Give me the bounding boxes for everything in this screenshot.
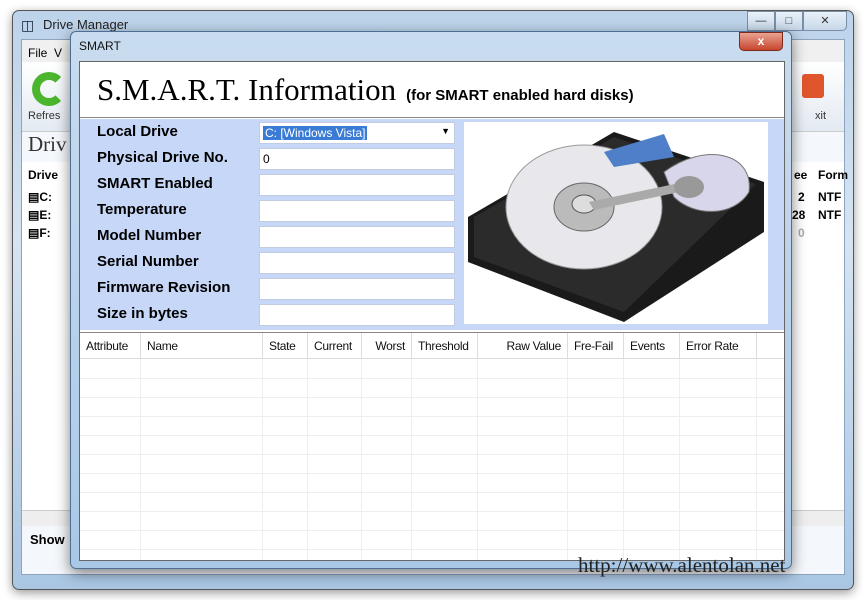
dialog-title: SMART xyxy=(79,39,121,53)
free-value: 2 xyxy=(798,190,805,204)
grid-row xyxy=(80,473,784,474)
refresh-icon[interactable] xyxy=(32,72,66,106)
col-worst[interactable]: Worst xyxy=(362,333,412,359)
col-error-rate[interactable]: Error Rate xyxy=(680,333,757,359)
maximize-button[interactable]: □ xyxy=(775,11,803,31)
dialog-close-button[interactable]: x xyxy=(739,32,783,51)
exit-icon[interactable] xyxy=(802,74,824,98)
free-value: 28 xyxy=(792,208,806,222)
col-raw-value[interactable]: Raw Value xyxy=(478,333,568,359)
smart-attributes-table[interactable]: Attribute Name State Current Worst Thres… xyxy=(80,332,784,560)
model-number-field[interactable] xyxy=(259,226,455,248)
col-free[interactable]: ee xyxy=(794,168,807,182)
grid-row xyxy=(80,530,784,531)
smart-heading: S.M.A.R.T. Information xyxy=(97,72,397,107)
minimize-button[interactable]: — xyxy=(747,11,775,31)
col-threshold[interactable]: Threshold xyxy=(412,333,478,359)
show-label: Show xyxy=(30,532,65,547)
col-attribute[interactable]: Attribute xyxy=(80,333,141,359)
grid-row xyxy=(80,435,784,436)
firmware-field[interactable] xyxy=(259,278,455,300)
format-value: NTF xyxy=(818,208,842,222)
serial-number-field[interactable] xyxy=(259,252,455,274)
menu-file[interactable]: File xyxy=(28,46,47,60)
grid-row xyxy=(80,378,784,379)
grid-row xyxy=(80,454,784,455)
format-value: NTF xyxy=(818,190,842,204)
drive-manager-app-icon: ◫ xyxy=(21,17,35,33)
label-physical-drive: Physical Drive No. xyxy=(97,149,228,166)
temperature-field[interactable] xyxy=(259,200,455,222)
grid-row xyxy=(80,397,784,398)
drives-heading: Driv xyxy=(28,132,67,156)
label-smart-enabled: SMART Enabled xyxy=(97,175,213,192)
refresh-button-label[interactable]: Refres xyxy=(28,110,60,122)
col-current[interactable]: Current xyxy=(308,333,362,359)
col-events[interactable]: Events xyxy=(624,333,680,359)
hard-disk-image xyxy=(464,122,768,324)
label-model-number: Model Number xyxy=(97,227,202,244)
size-field[interactable] xyxy=(259,304,455,326)
physical-drive-field[interactable]: 0 xyxy=(259,148,455,170)
label-local-drive: Local Drive xyxy=(97,123,178,140)
col-name[interactable]: Name xyxy=(141,333,263,359)
grid-row xyxy=(80,511,784,512)
smart-subheading: (for SMART enabled hard disks) xyxy=(406,87,634,104)
exit-button-label[interactable]: xit xyxy=(815,110,826,122)
list-item[interactable]: ▤F: xyxy=(28,226,51,240)
col-drive[interactable]: Drive xyxy=(28,168,58,182)
col-state[interactable]: State xyxy=(263,333,308,359)
col-pre-fail[interactable]: Fre-Fail xyxy=(568,333,624,359)
smart-enabled-field[interactable] xyxy=(259,174,455,196)
label-temperature: Temperature xyxy=(97,201,187,218)
col-filler xyxy=(757,333,784,359)
list-item[interactable]: ▤E: xyxy=(28,208,51,222)
grid-row xyxy=(80,549,784,550)
website-url: http://www.alentolan.net xyxy=(578,553,786,577)
smart-dialog: SMART x S.M.A.R.T. Information (for SMART… xyxy=(70,31,792,569)
menu-view[interactable]: V xyxy=(54,46,62,60)
label-serial-number: Serial Number xyxy=(97,253,199,270)
grid-row xyxy=(80,416,784,417)
list-item[interactable]: ▤C: xyxy=(28,190,52,204)
drive-info-form: Local Drive Physical Drive No. SMART Ena… xyxy=(80,119,784,330)
close-button[interactable]: ✕ xyxy=(803,11,847,31)
chevron-down-icon[interactable]: ▼ xyxy=(441,126,450,136)
free-value: 0 xyxy=(798,226,805,240)
local-drive-select[interactable]: C: [Windows Vista] ▼ xyxy=(259,122,455,144)
label-size: Size in bytes xyxy=(97,305,188,322)
col-format[interactable]: Form xyxy=(818,168,848,182)
grid-row xyxy=(80,492,784,493)
window-title: Drive Manager xyxy=(43,17,129,32)
label-firmware: Firmware Revision xyxy=(97,279,231,296)
